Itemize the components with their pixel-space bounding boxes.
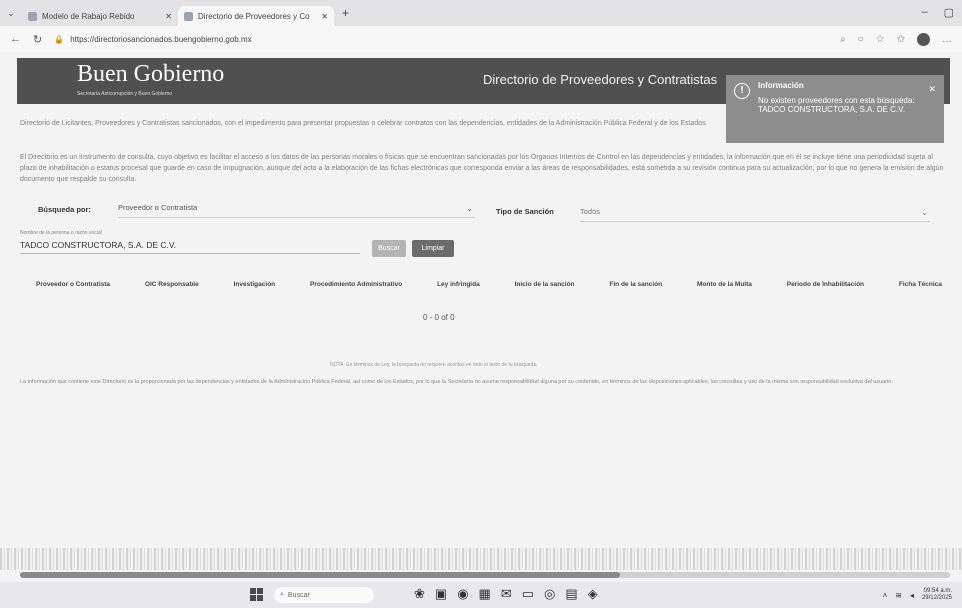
taskbar-search-placeholder: Buscar (287, 591, 310, 599)
tab-close-icon[interactable]: ✕ (321, 12, 328, 21)
name-input-label: Nombre de la persona o razón social (20, 230, 102, 236)
tab-favicon-icon (184, 11, 193, 21)
search-by-label: Búsqueda por: (38, 205, 91, 214)
address-bar: ← ↻ 🔒 https://directoriosancionados.buen… (0, 26, 962, 52)
profile-avatar[interactable] (917, 32, 930, 46)
chevron-down-icon: ⌄ (921, 208, 928, 217)
col-start[interactable]: Inicio de la sanción (515, 281, 575, 297)
maximize-icon[interactable]: ▢ (944, 6, 954, 19)
task-view-icon[interactable]: ▣ (435, 586, 447, 602)
back-icon[interactable]: ← (10, 33, 21, 45)
col-law[interactable]: Ley infringida (437, 281, 480, 297)
col-investigation[interactable]: Investigación (234, 281, 276, 297)
tab-list-chevron-icon[interactable]: ⌄ (0, 8, 22, 19)
sanction-type-label: Tipo de Sanción (496, 207, 554, 216)
clock-time: 09:54 a.m. (923, 588, 952, 594)
mail-icon[interactable]: ✉ (501, 586, 512, 602)
chevron-down-icon: ⌄ (466, 204, 473, 213)
clock[interactable]: 09:54 a.m. 29/12/2025 (922, 588, 952, 602)
tab-close-icon[interactable]: ✕ (165, 12, 172, 21)
intro-paragraph-1: Directorio de Licitantes, Proveedores y … (20, 120, 708, 127)
disclaimer-footnote: La información que contiene este Directo… (20, 379, 893, 385)
tab-favicon-icon (28, 11, 37, 21)
col-end[interactable]: Fin de la sanción (609, 281, 662, 297)
window-controls: – ▢ (921, 6, 954, 19)
tab-title: Modelo de Rabajo Rebido (42, 11, 135, 21)
scrollbar-thumb[interactable] (20, 572, 620, 578)
browser-tab-2[interactable]: Directorio de Proveedores y Co ✕ (178, 6, 334, 26)
lock-icon: 🔒 (54, 34, 65, 44)
name-search-input[interactable]: TADCO CONSTRUCTORA, S.A. DE C.V. (20, 240, 360, 254)
minimize-icon[interactable]: – (921, 6, 927, 19)
col-period[interactable]: Periodo de Inhabilitación (787, 281, 864, 297)
word-icon[interactable]: ▤ (565, 586, 577, 602)
store-icon[interactable]: ▦ (479, 586, 491, 602)
reader-icon[interactable]: ○ (858, 34, 864, 45)
clock-date: 29/12/2025 (921, 595, 952, 601)
results-table-header: Proveedor o Contratista OIC Responsable … (36, 281, 942, 297)
app-icon[interactable]: ◈ (588, 586, 598, 602)
browser-tab-bar: ⌄ Modelo de Rabajo Rebido ✕ Directorio d… (0, 0, 962, 26)
volume-icon[interactable]: ◂ (910, 591, 914, 600)
search-icon: ⌕ (280, 591, 284, 598)
site-logo[interactable]: Buen Gobierno (77, 61, 224, 88)
widgets-icon[interactable]: ❀ (414, 586, 425, 602)
toast-close-icon[interactable]: ✕ (928, 84, 936, 95)
results-pager: 0 - 0 of 0 (423, 313, 455, 322)
chrome-icon[interactable]: ◎ (544, 586, 555, 602)
search-by-value: Proveedor o Contratista (118, 203, 198, 212)
site-logo-subtitle: Secretaría Anticorrupción y Buen Gobiern… (77, 91, 173, 97)
edge-browser-icon[interactable]: ◉ (457, 586, 468, 602)
url-text: https://directoriosancionados.buengobier… (70, 34, 252, 44)
favorites-icon[interactable]: ✩ (897, 34, 905, 45)
intro-paragraph-2: El Directorio es un instrumento de consu… (20, 154, 944, 183)
search-note: NOTA: En términos de Ley, la búsqueda no… (330, 362, 538, 368)
tray-chevron-icon[interactable]: ˄ (883, 591, 888, 600)
col-provider[interactable]: Proveedor o Contratista (36, 281, 110, 297)
system-tray: ˄ ≋ ◂ 09:54 a.m. 29/12/2025 (883, 588, 952, 602)
decorative-strip (0, 548, 962, 570)
search-button[interactable]: Buscar (372, 240, 406, 257)
info-toast: ! Información No existen proveedores con… (726, 75, 944, 143)
zoom-icon[interactable]: ⌕ (840, 34, 846, 45)
sanction-type-value: Todos (580, 207, 601, 216)
toast-message: No existen proveedores con esta búsqueda… (758, 96, 915, 114)
favorite-star-icon[interactable]: ☆ (876, 34, 885, 45)
address-bar-icons: ⌕ ○ ☆ ✩ … (840, 32, 952, 46)
sanction-type-select[interactable]: Todos ⌄ (580, 207, 930, 222)
search-by-select[interactable]: Proveedor o Contratista ⌄ (118, 203, 475, 218)
wifi-icon[interactable]: ≋ (895, 591, 902, 600)
taskbar-apps: ❀ ▣ ◉ ▦ ✉ ▭ ◎ ▤ ◈ (414, 586, 598, 602)
explorer-icon[interactable]: ▭ (522, 586, 534, 602)
col-procedure[interactable]: Procedimiento Administrativo (310, 281, 402, 297)
os-taskbar: ⌕ Buscar ❀ ▣ ◉ ▦ ✉ ▭ ◎ ▤ ◈ ˄ ≋ ◂ 09:54 a… (0, 582, 962, 608)
col-fine[interactable]: Monto de la Multa (697, 281, 752, 297)
more-icon[interactable]: … (942, 34, 952, 45)
clear-button[interactable]: Limpiar (412, 240, 454, 257)
browser-tab-1[interactable]: Modelo de Rabajo Rebido ✕ (22, 6, 178, 26)
reload-icon[interactable]: ↻ (33, 33, 42, 46)
horizontal-scrollbar[interactable] (20, 572, 950, 578)
toast-title: Información (758, 81, 804, 90)
tab-title: Directorio de Proveedores y Co (198, 11, 310, 21)
start-icon[interactable] (250, 588, 263, 601)
col-oic[interactable]: OIC Responsable (145, 281, 199, 297)
col-sheet[interactable]: Ficha Técnica (899, 281, 942, 297)
url-field[interactable]: 🔒 https://directoriosancionados.buengobi… (54, 35, 828, 44)
info-icon: ! (734, 83, 750, 99)
taskbar-search[interactable]: ⌕ Buscar (274, 587, 374, 603)
page-title: Directorio de Proveedores y Contratistas (483, 72, 718, 87)
new-tab-icon[interactable]: + (342, 6, 349, 20)
